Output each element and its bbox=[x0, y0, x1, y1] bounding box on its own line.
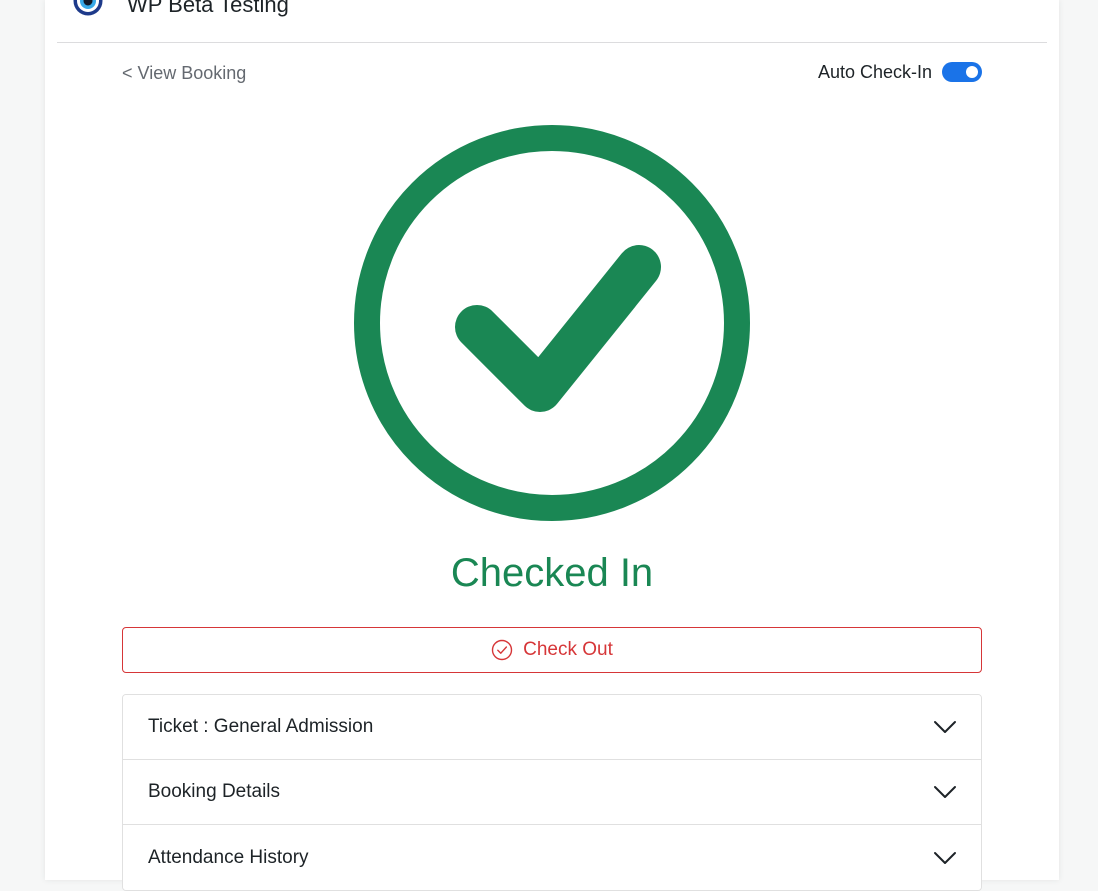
accordion-attendance-history[interactable]: Attendance History bbox=[123, 825, 981, 890]
site-title[interactable]: WP Beta Testing bbox=[127, 0, 289, 18]
check-circle-outline-icon bbox=[491, 639, 513, 661]
view-booking-link[interactable]: < View Booking bbox=[122, 62, 246, 84]
check-out-button[interactable]: Check Out bbox=[122, 627, 982, 673]
status-text: Checked In bbox=[450, 551, 654, 595]
auto-checkin-control: Auto Check-In bbox=[818, 60, 982, 84]
auto-checkin-toggle[interactable] bbox=[942, 62, 982, 82]
check-out-label: Check Out bbox=[523, 639, 613, 660]
accordion-booking-details[interactable]: Booking Details bbox=[123, 760, 981, 825]
site-header: WP Beta Testing bbox=[57, 0, 1047, 43]
auto-checkin-label: Auto Check-In bbox=[817, 61, 932, 82]
accordion-ticket[interactable]: Ticket : General Admission bbox=[123, 695, 981, 760]
accordion-attendance-history-label: Attendance History bbox=[148, 846, 309, 868]
accordion-booking-details-label: Booking Details bbox=[148, 781, 281, 802]
chevron-down-icon bbox=[933, 785, 957, 799]
chevron-down-icon bbox=[933, 720, 957, 734]
details-accordion: Ticket : General Admission Booking Detai… bbox=[122, 694, 982, 891]
site-logo-icon[interactable] bbox=[73, 0, 103, 16]
accordion-ticket-label: Ticket : General Admission bbox=[148, 716, 374, 737]
toggle-knob bbox=[966, 66, 978, 78]
page-card: WP Beta Testing < View Booking Auto Chec… bbox=[45, 0, 1059, 891]
check-circle-icon bbox=[354, 125, 750, 521]
chevron-down-icon bbox=[933, 851, 957, 865]
